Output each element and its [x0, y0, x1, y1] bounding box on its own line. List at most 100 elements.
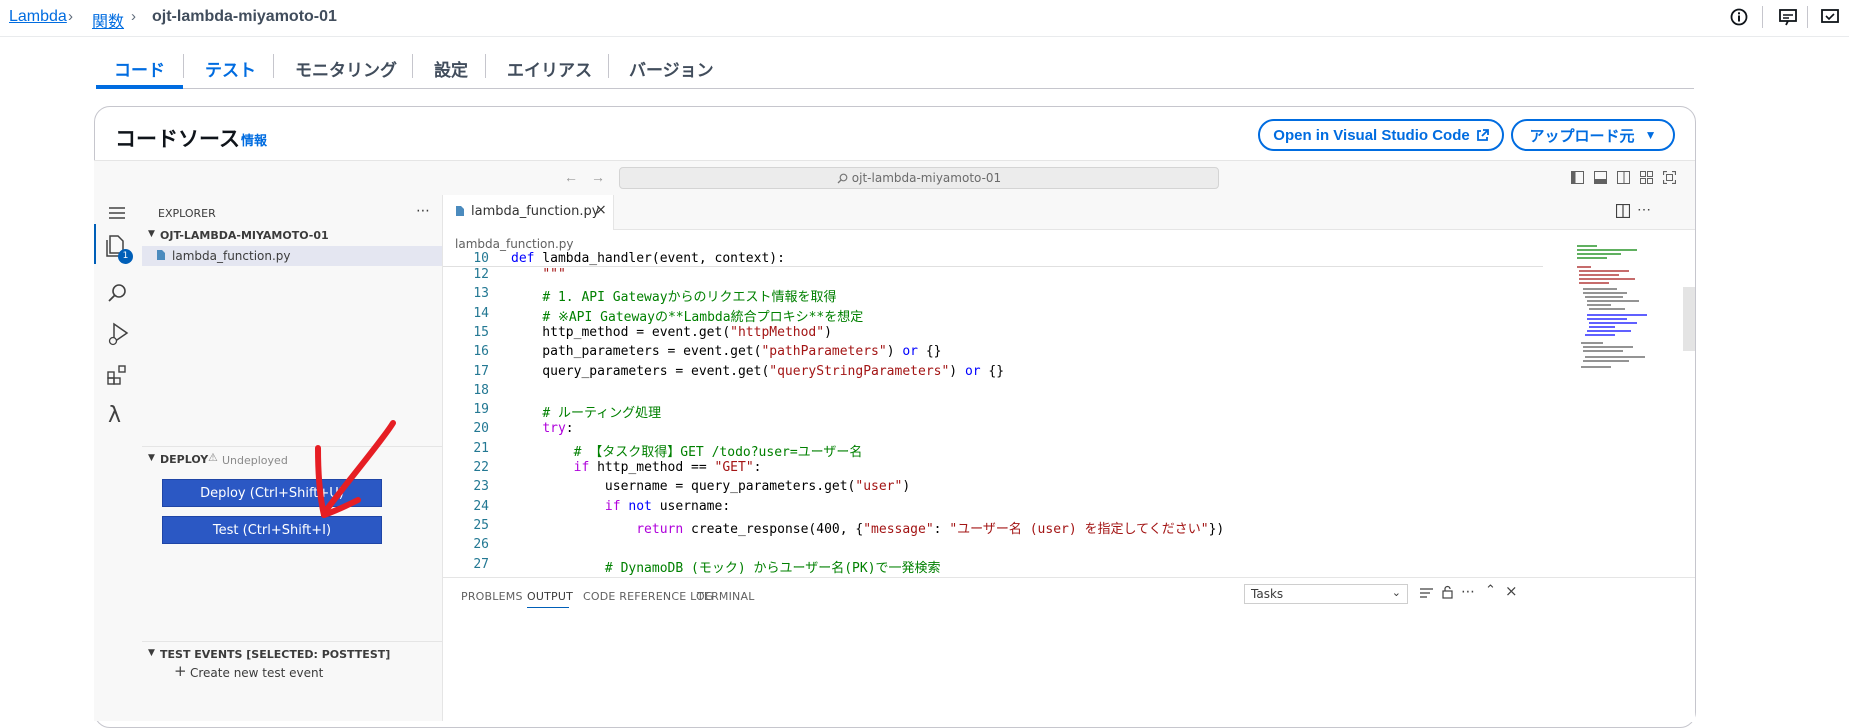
code-line[interactable]: http_method = event.get("httpMethod"): [511, 325, 832, 340]
tab-test[interactable]: テスト: [205, 56, 256, 81]
breadcrumb-current: ojt-lambda-miyamoto-01: [152, 8, 337, 25]
code-area[interactable]: 10 def lambda_handler(event, context): 12 …: [443, 251, 1543, 577]
caret-down-icon: ▼: [1644, 128, 1657, 142]
code-line[interactable]: username = query_parameters.get("user"): [511, 479, 910, 494]
lambda-icon[interactable]: λ: [108, 403, 121, 428]
code-source-title: コードソース: [115, 128, 240, 151]
feedback-icon[interactable]: [1778, 7, 1798, 27]
line-number: 21: [473, 440, 489, 456]
line-number: 19: [473, 402, 489, 418]
tab-output[interactable]: OUTPUT: [527, 590, 573, 603]
code-line[interactable]: return create_response(400, {"message": …: [511, 518, 1224, 537]
tab-aliases[interactable]: エイリアス: [507, 56, 592, 81]
close-icon[interactable]: ×: [595, 202, 607, 218]
code-line[interactable]: query_parameters = event.get("queryStrin…: [511, 364, 1004, 379]
info-link[interactable]: 情報: [241, 130, 267, 149]
explorer-badge: 1: [118, 249, 133, 264]
search-icon: [837, 173, 848, 184]
more-actions-icon[interactable]: ⋯: [416, 203, 430, 219]
toggle-panel-icon[interactable]: [1594, 171, 1607, 184]
code-line[interactable]: """: [511, 267, 565, 282]
breadcrumb-bar: Lambda › 関数 › ojt-lambda-miyamoto-01: [0, 0, 1849, 37]
chevron-down-icon[interactable]: ▼: [148, 648, 155, 658]
extensions-icon[interactable]: [106, 363, 130, 387]
tab-code[interactable]: コード: [114, 56, 165, 81]
line-number: 25: [473, 517, 489, 533]
plus-icon[interactable]: +: [174, 662, 187, 680]
line-number: 17: [473, 363, 489, 379]
command-center-search[interactable]: ojt-lambda-miyamoto-01: [619, 167, 1219, 189]
code-editor: lambda_function.py × ⋯ lambda_function.p…: [443, 195, 1695, 722]
code-line[interactable]: # DynamoDB (モック) からユーザー名(PK)で一発検索: [511, 557, 941, 576]
code-line[interactable]: # 1. API Gatewayからのリクエスト情報を取得: [511, 286, 836, 305]
menu-icon[interactable]: [107, 205, 127, 221]
line-number: 24: [473, 498, 489, 514]
create-test-event-link[interactable]: Create new test event: [190, 666, 323, 680]
back-arrow-icon[interactable]: ←: [564, 169, 578, 185]
more-actions-icon[interactable]: ⋯: [1461, 584, 1475, 600]
code-line[interactable]: if not username:: [511, 499, 730, 514]
toggle-secondary-sidebar-icon[interactable]: [1617, 171, 1630, 184]
preferences-icon[interactable]: [1820, 7, 1840, 27]
tab-terminal[interactable]: TERMINAL: [697, 590, 755, 603]
breadcrumb-functions-link[interactable]: 関数: [92, 8, 124, 32]
close-panel-icon[interactable]: ×: [1505, 582, 1518, 600]
line-number: 15: [473, 324, 489, 340]
forward-arrow-icon[interactable]: →: [591, 169, 605, 185]
chevron-down-icon[interactable]: ▼: [148, 453, 155, 463]
code-line[interactable]: if http_method == "GET":: [511, 460, 762, 475]
workspace-folder[interactable]: OJT-LAMBDA-MIYAMOTO-01: [160, 229, 329, 242]
line-number: 10: [473, 251, 489, 266]
active-tab-indicator: [96, 85, 183, 89]
tab-monitoring[interactable]: モニタリング: [295, 56, 397, 81]
tab-code-reference-log[interactable]: CODE REFERENCE LOG: [583, 590, 714, 603]
code-line[interactable]: # ルーティング処理: [511, 402, 661, 421]
line-number: 16: [473, 344, 489, 360]
tab-problems[interactable]: PROBLEMS: [461, 590, 523, 603]
chevron-down-icon: ⌄: [1391, 586, 1401, 599]
explorer-title: EXPLORER: [158, 207, 216, 220]
run-debug-icon[interactable]: [106, 321, 130, 347]
filter-icon[interactable]: [1420, 587, 1433, 599]
code-line[interactable]: # 【タスク取得】GET /todo?user=ユーザー名: [511, 441, 863, 460]
upload-from-button[interactable]: アップロード元 ▼: [1511, 119, 1675, 151]
info-icon[interactable]: [1729, 7, 1749, 27]
scrollbar-thumb[interactable]: [1683, 287, 1695, 351]
line-number: 22: [473, 460, 489, 475]
code-line[interactable]: # ※API Gatewayの**Lambda統合プロキシ**を想定: [511, 306, 863, 325]
annotation-arrow-icon: [310, 418, 400, 524]
minimap[interactable]: [1575, 243, 1663, 373]
chevron-right-icon: ›: [68, 8, 73, 25]
bottom-panel: PROBLEMS OUTPUT CODE REFERENCE LOG TERMI…: [443, 577, 1695, 722]
code-line[interactable]: try:: [511, 421, 573, 436]
toggle-primary-sidebar-icon[interactable]: [1571, 171, 1584, 184]
function-tabs: コード テスト モニタリング 設定 エイリアス バージョン: [96, 40, 1694, 89]
lock-icon[interactable]: [1442, 585, 1453, 599]
breadcrumb-lambda-link[interactable]: Lambda: [9, 8, 67, 26]
file-item[interactable]: lambda_function.py: [142, 246, 442, 266]
code-line[interactable]: path_parameters = event.get("pathParamet…: [511, 344, 941, 359]
python-file-icon: [455, 205, 465, 217]
tab-configuration[interactable]: 設定: [434, 56, 468, 81]
chevron-down-icon[interactable]: ▼: [148, 229, 155, 239]
deploy-status: Undeployed: [222, 454, 288, 467]
warning-icon: ⚠: [208, 451, 218, 464]
deploy-section-title[interactable]: DEPLOY: [160, 453, 208, 466]
editor-tabs: lambda_function.py × ⋯: [443, 195, 1695, 230]
activity-bar: 1 λ: [94, 195, 143, 721]
fullscreen-icon[interactable]: [1663, 171, 1676, 184]
output-channel-select[interactable]: Tasks ⌄: [1244, 584, 1408, 604]
test-events-title[interactable]: TEST EVENTS [SELECTED: POSTTEST]: [160, 648, 390, 661]
tab-versions[interactable]: バージョン: [629, 56, 714, 81]
customize-layout-icon[interactable]: [1640, 171, 1653, 184]
maximize-panel-icon[interactable]: ⌃: [1485, 583, 1496, 598]
split-editor-icon[interactable]: [1616, 204, 1630, 218]
chevron-right-icon: ›: [131, 8, 136, 25]
external-link-icon: [1476, 128, 1489, 142]
line-number: 20: [473, 421, 489, 437]
editor-tab-lambda-function[interactable]: lambda_function.py ×: [443, 195, 614, 230]
search-icon[interactable]: [106, 281, 130, 305]
open-vscode-button[interactable]: Open in Visual Studio Code: [1258, 119, 1504, 151]
code-line[interactable]: def lambda_handler(event, context):: [511, 251, 785, 266]
more-actions-icon[interactable]: ⋯: [1637, 201, 1651, 218]
